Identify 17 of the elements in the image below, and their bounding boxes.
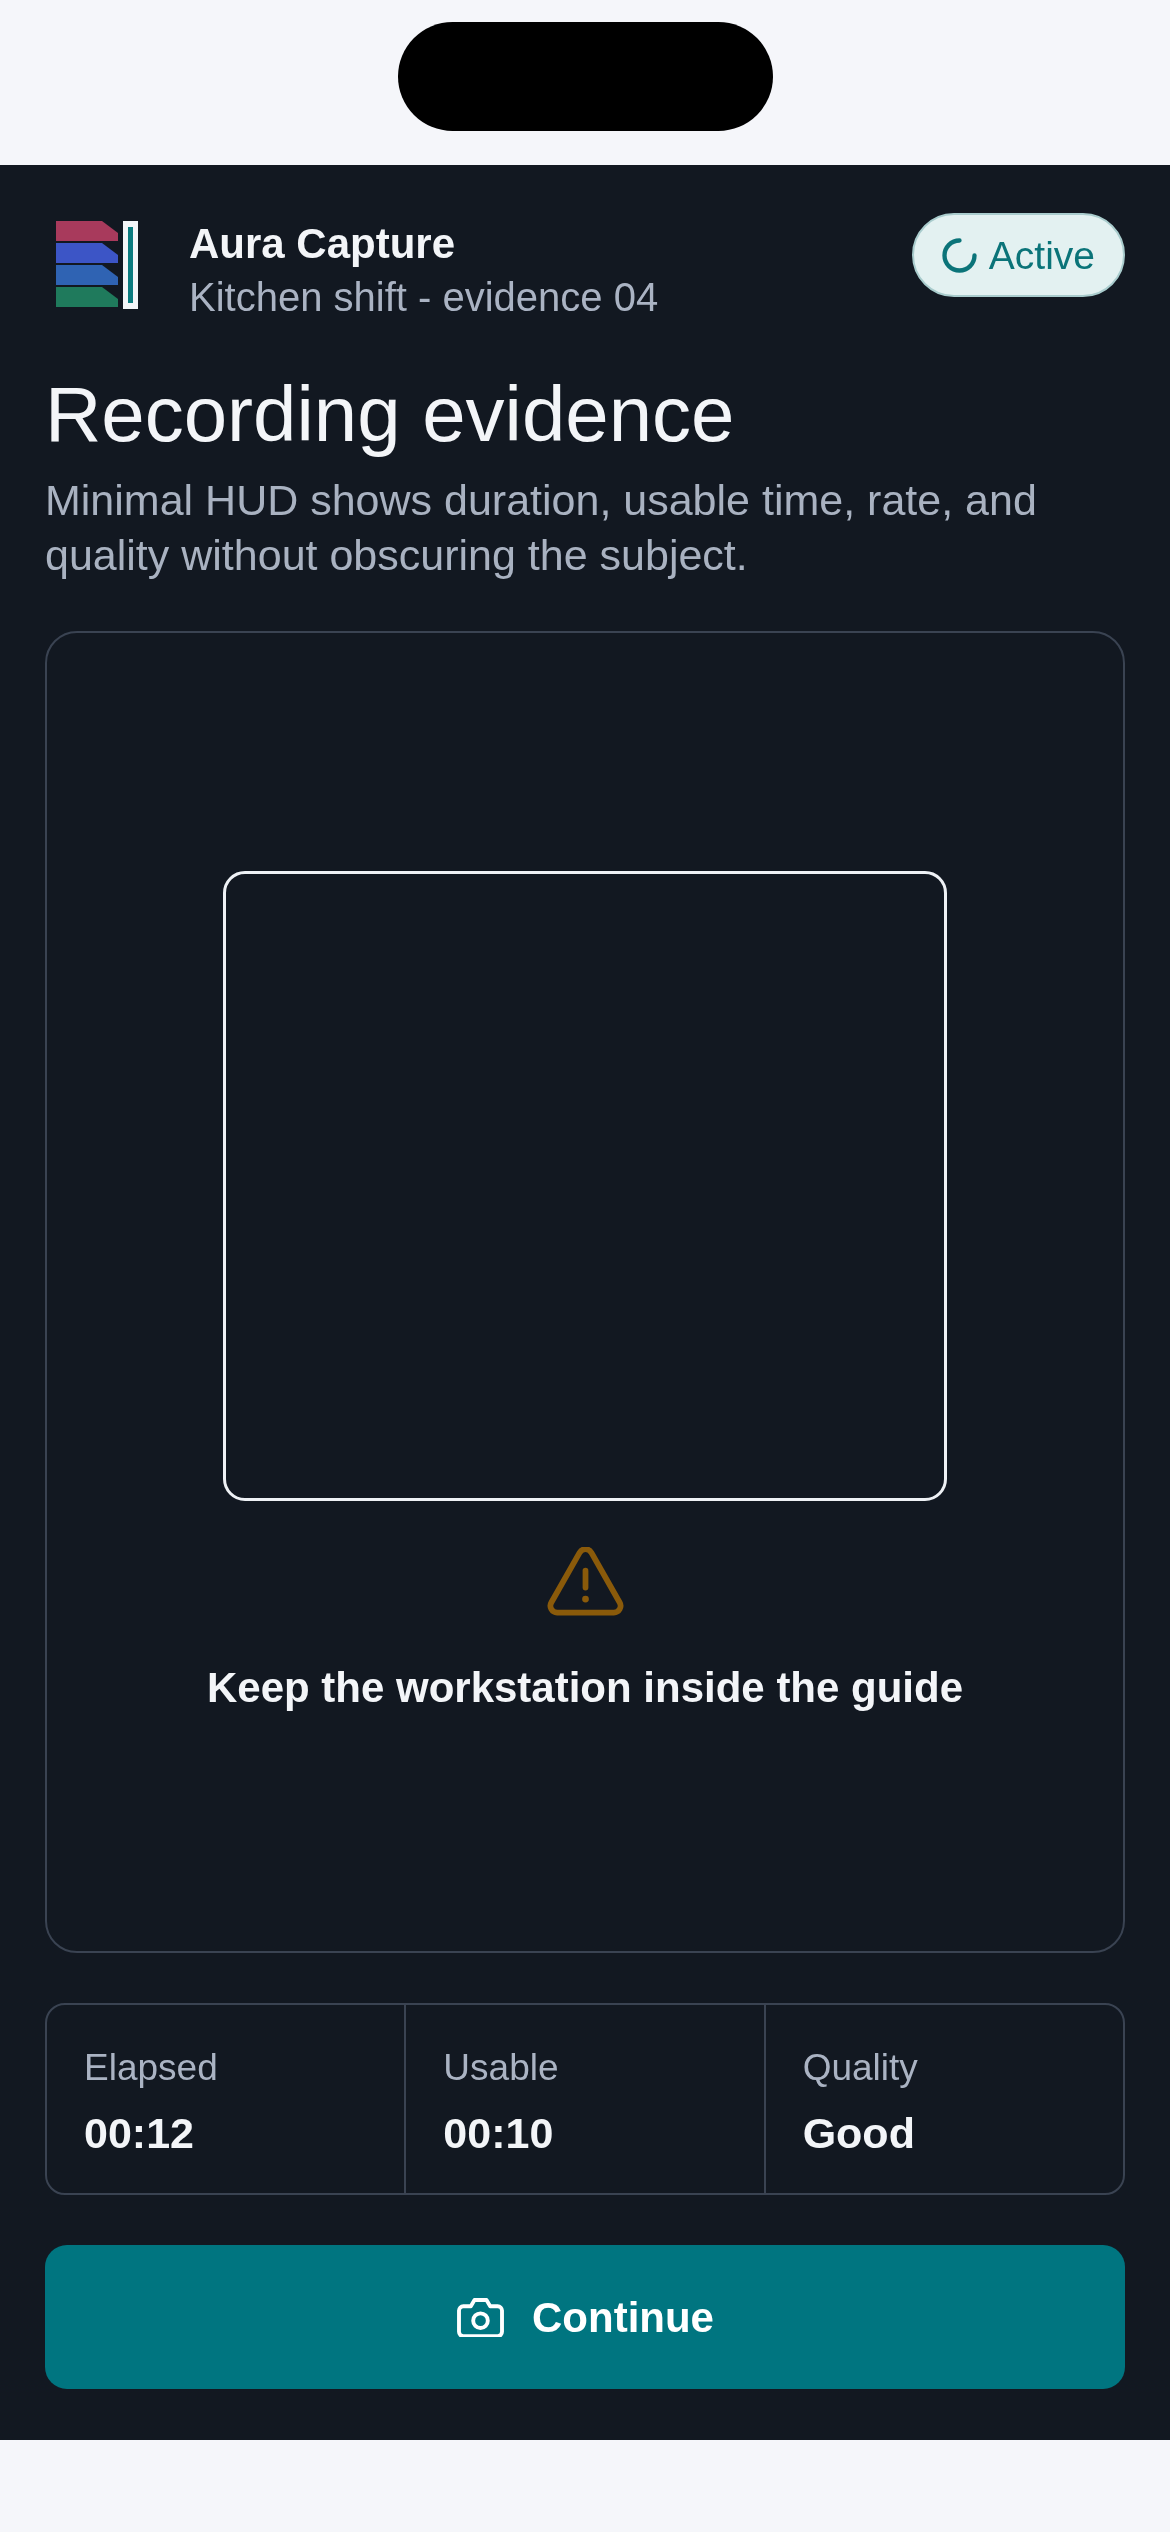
- app-title: Aura Capture: [189, 219, 457, 269]
- stat-label: Usable: [443, 2046, 560, 2091]
- stat-value: 00:10: [443, 2107, 555, 2159]
- stat-label: Quality: [802, 2046, 919, 2091]
- stat-label: Elapsed: [84, 2046, 219, 2091]
- stat-value: Good: [802, 2107, 916, 2159]
- warning-icon: [546, 1547, 624, 1616]
- spinner-icon: [941, 237, 977, 273]
- status-label: Active: [988, 235, 1095, 275]
- app-logo-icon: [56, 221, 138, 309]
- page-heading: Recording evidence: [45, 372, 736, 459]
- continue-button[interactable]: Continue: [45, 2245, 1125, 2390]
- stat-value: 00:12: [84, 2107, 195, 2159]
- app-subtitle: Kitchen shift - evidence 04: [189, 274, 660, 322]
- page-description: Minimal HUD shows duration, usable time, rate, and quality without obscuring the subject.: [45, 475, 1038, 582]
- guide-hint: Keep the workstation inside the guide: [206, 1663, 964, 1713]
- camera-icon: [456, 2297, 505, 2338]
